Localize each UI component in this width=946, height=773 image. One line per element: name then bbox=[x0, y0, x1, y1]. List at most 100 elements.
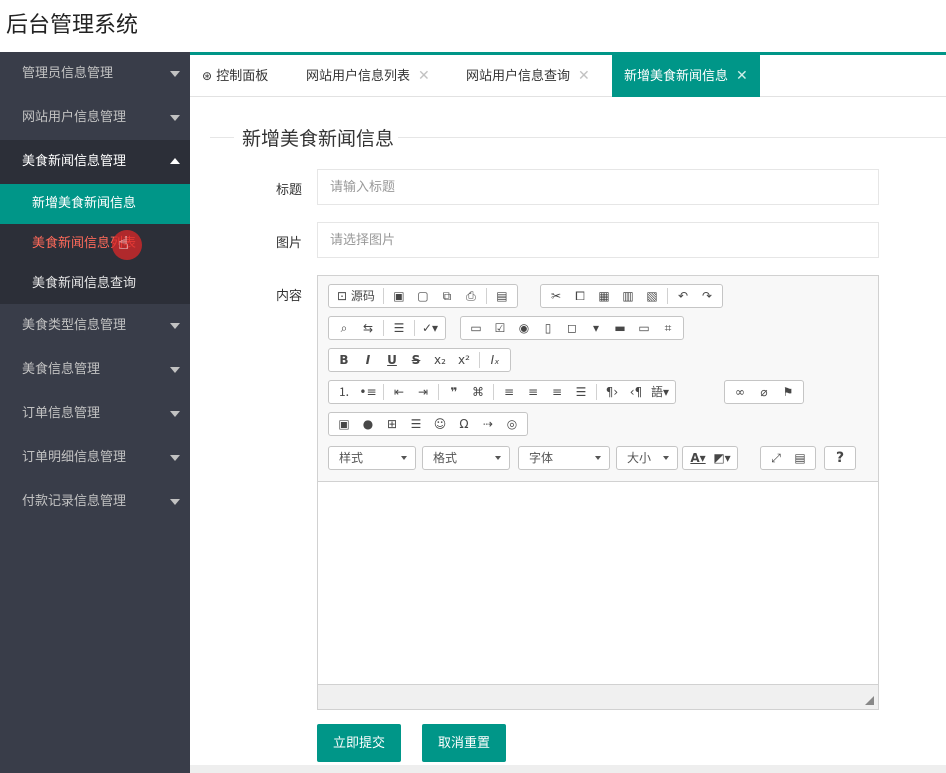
image-input[interactable] bbox=[317, 222, 879, 258]
language-icon[interactable]: 語▾ bbox=[650, 382, 670, 402]
sidebar-subitem-food-news-query[interactable]: 美食新闻信息查询 bbox=[0, 264, 190, 304]
font-combo[interactable]: 字体 bbox=[518, 446, 610, 470]
style-combo[interactable]: 样式 bbox=[328, 446, 416, 470]
sidebar-item-payments[interactable]: 付款记录信息管理 bbox=[0, 480, 190, 524]
iframe-icon[interactable]: ◎ bbox=[502, 414, 522, 434]
save-icon[interactable]: ▣ bbox=[389, 286, 409, 306]
source-icon: ⊡ bbox=[337, 289, 348, 303]
sidebar-subitem-add-food-news[interactable]: 新增美食新闻信息 bbox=[0, 184, 190, 224]
superscript-icon[interactable]: x² bbox=[454, 350, 474, 370]
strike-icon[interactable]: S bbox=[406, 350, 426, 370]
print-icon[interactable]: ⎙ bbox=[461, 286, 481, 306]
image-button-icon[interactable]: ▭ bbox=[634, 318, 654, 338]
tab-add-food-news[interactable]: 新增美食新闻信息 ✕ bbox=[612, 55, 760, 97]
redo-icon[interactable]: ↷ bbox=[697, 286, 717, 306]
title-input[interactable] bbox=[317, 169, 879, 205]
food-news-submenu: 新增美食新闻信息 美食新闻信息列表 ☝ 美食新闻信息查询 bbox=[0, 184, 190, 304]
rtl-icon[interactable]: ‹¶ bbox=[626, 382, 646, 402]
paste-text-icon[interactable]: ▥ bbox=[618, 286, 638, 306]
sidebar-subitem-food-news-list[interactable]: 美食新闻信息列表 ☝ bbox=[0, 224, 190, 264]
subscript-icon[interactable]: x₂ bbox=[430, 350, 450, 370]
copy-icon[interactable]: ⧠ bbox=[570, 286, 590, 306]
new-page-icon[interactable]: ▢ bbox=[413, 286, 433, 306]
anchor-icon[interactable]: ⚑ bbox=[778, 382, 798, 402]
justify-icon[interactable]: ☰ bbox=[571, 382, 591, 402]
text-color-icon[interactable]: A▾ bbox=[688, 448, 708, 468]
align-center-icon[interactable]: ≡ bbox=[523, 382, 543, 402]
textfield-icon[interactable]: ▯ bbox=[538, 318, 558, 338]
div-container-icon[interactable]: ⌘ bbox=[468, 382, 488, 402]
bold-icon[interactable]: B bbox=[334, 350, 354, 370]
indent-icon[interactable]: ⇥ bbox=[413, 382, 433, 402]
sidebar-item-admin[interactable]: 管理员信息管理 bbox=[0, 52, 190, 96]
spellcheck-icon[interactable]: ✓▾ bbox=[420, 318, 440, 338]
sidebar-item-food-news[interactable]: 美食新闻信息管理 bbox=[0, 140, 190, 184]
italic-icon[interactable]: I bbox=[358, 350, 378, 370]
align-right-icon[interactable]: ≡ bbox=[547, 382, 567, 402]
form-icon[interactable]: ▭ bbox=[466, 318, 486, 338]
size-combo[interactable]: 大小 bbox=[616, 446, 678, 470]
close-icon[interactable]: ✕ bbox=[736, 68, 748, 84]
caret-down-icon bbox=[170, 323, 180, 329]
paste-icon[interactable]: ▦ bbox=[594, 286, 614, 306]
smiley-icon[interactable]: ☺ bbox=[430, 414, 450, 434]
toolbar-group-tools: ⤢ ▤ bbox=[760, 446, 816, 470]
remove-format-icon[interactable]: Iₓ bbox=[485, 350, 505, 370]
help-button[interactable]: ? bbox=[830, 448, 850, 468]
align-left-icon[interactable]: ≡ bbox=[499, 382, 519, 402]
sidebar-item-food-types[interactable]: 美食类型信息管理 bbox=[0, 304, 190, 348]
reset-button[interactable]: 取消重置 bbox=[422, 724, 507, 762]
tab-dashboard[interactable]: ⊛ 控制面板 bbox=[202, 55, 268, 97]
bg-color-icon[interactable]: ◩▾ bbox=[712, 448, 732, 468]
format-combo[interactable]: 格式 bbox=[422, 446, 510, 470]
unlink-icon[interactable]: ⌀ bbox=[754, 382, 774, 402]
special-char-icon[interactable]: Ω bbox=[454, 414, 474, 434]
textarea-icon[interactable]: ◻ bbox=[562, 318, 582, 338]
find-icon[interactable]: ⌕ bbox=[334, 318, 354, 338]
button-icon[interactable]: ▬ bbox=[610, 318, 630, 338]
tab-site-user-query[interactable]: 网站用户信息查询 ✕ bbox=[466, 55, 590, 97]
toolbar-group-about: ? bbox=[824, 446, 856, 470]
table-icon[interactable]: ⊞ bbox=[382, 414, 402, 434]
bulleted-list-icon[interactable]: •≡ bbox=[358, 382, 378, 402]
close-icon[interactable]: ✕ bbox=[418, 68, 430, 84]
editor-toolbar: ⊡ 源码 ▣ ▢ ⧉ ⎙ ▤ ✂ ⧠ ▦ ▥ ▧ ↶ ↷ ⌕ ⇆ ☰ ✓▾ ▭ … bbox=[318, 276, 878, 482]
flash-icon[interactable]: ● bbox=[358, 414, 378, 434]
numbered-list-icon[interactable]: ⒈ bbox=[334, 382, 354, 402]
underline-icon[interactable]: U bbox=[382, 350, 402, 370]
template-icon[interactable]: ▤ bbox=[492, 286, 512, 306]
sidebar-item-food[interactable]: 美食信息管理 bbox=[0, 348, 190, 392]
preview-icon[interactable]: ⧉ bbox=[437, 286, 457, 306]
sidebar-item-orders[interactable]: 订单信息管理 bbox=[0, 392, 190, 436]
outdent-icon[interactable]: ⇤ bbox=[389, 382, 409, 402]
show-blocks-icon[interactable]: ▤ bbox=[790, 448, 810, 468]
select-icon[interactable]: ▾ bbox=[586, 318, 606, 338]
radio-icon[interactable]: ◉ bbox=[514, 318, 534, 338]
close-icon[interactable]: ✕ bbox=[578, 68, 590, 84]
blockquote-icon[interactable]: ❞ bbox=[444, 382, 464, 402]
checkbox-icon[interactable]: ☑ bbox=[490, 318, 510, 338]
caret-down-icon bbox=[170, 115, 180, 121]
chevron-down-icon bbox=[401, 456, 407, 460]
sidebar-item-site-users[interactable]: 网站用户信息管理 bbox=[0, 96, 190, 140]
horizontal-rule-icon[interactable]: ☰ bbox=[406, 414, 426, 434]
cut-icon[interactable]: ✂ bbox=[546, 286, 566, 306]
tab-site-user-list[interactable]: 网站用户信息列表 ✕ bbox=[306, 55, 430, 97]
sidebar-item-order-details[interactable]: 订单明细信息管理 bbox=[0, 436, 190, 480]
ltr-icon[interactable]: ¶› bbox=[602, 382, 622, 402]
link-icon[interactable]: ∞ bbox=[730, 382, 750, 402]
bottom-scrollbar[interactable] bbox=[190, 765, 946, 773]
hidden-field-icon[interactable]: ⌗ bbox=[658, 318, 678, 338]
maximize-icon[interactable]: ⤢ bbox=[766, 448, 786, 468]
submit-button[interactable]: 立即提交 bbox=[317, 724, 402, 762]
legend-line-right bbox=[398, 137, 946, 138]
page-break-icon[interactable]: ⇢ bbox=[478, 414, 498, 434]
replace-icon[interactable]: ⇆ bbox=[358, 318, 378, 338]
undo-icon[interactable]: ↶ bbox=[673, 286, 693, 306]
image-icon[interactable]: ▣ bbox=[334, 414, 354, 434]
resize-handle-icon[interactable] bbox=[865, 696, 874, 705]
source-button[interactable]: ⊡ 源码 bbox=[334, 286, 378, 306]
editor-content-area[interactable] bbox=[318, 482, 878, 685]
select-all-icon[interactable]: ☰ bbox=[389, 318, 409, 338]
paste-word-icon[interactable]: ▧ bbox=[642, 286, 662, 306]
